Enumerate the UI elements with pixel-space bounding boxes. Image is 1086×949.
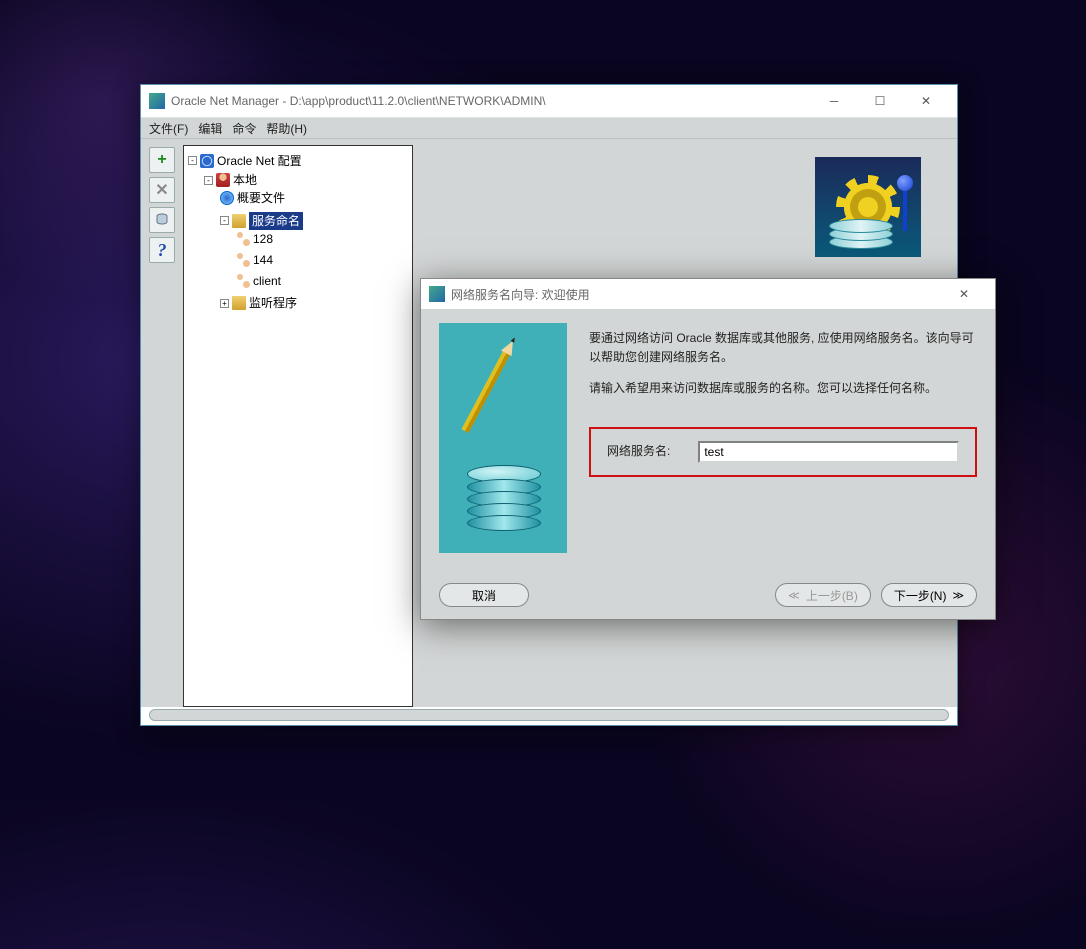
service-icon: [236, 274, 250, 288]
cylinder-icon: [154, 212, 170, 228]
tree-service-naming[interactable]: - 服务命名: [220, 212, 303, 230]
tree-local-label: 本地: [233, 171, 257, 189]
service-name-input[interactable]: [698, 441, 959, 463]
tree-svcnaming-label: 服务命名: [249, 212, 303, 230]
prev-button[interactable]: ≪ 上一步(B): [775, 583, 871, 607]
network-icon: [200, 154, 214, 168]
wizard-text: 要通过网络访问 Oracle 数据库或其他服务, 应使用网络服务名。该向导可以帮…: [589, 323, 977, 573]
tree-item-client[interactable]: client: [236, 272, 281, 290]
wizard-graphic: [439, 323, 567, 553]
chevron-right-icon: ≫: [952, 589, 964, 602]
tree-profile[interactable]: 概要文件: [220, 189, 285, 207]
wizard-close-button[interactable]: ✕: [941, 279, 987, 309]
add-button[interactable]: +: [149, 147, 175, 173]
statusbar: [149, 709, 949, 721]
menubar: 文件(F) 编辑 命令 帮助(H): [141, 117, 957, 139]
app-icon: [149, 93, 165, 109]
globe-icon: [220, 191, 234, 205]
service-icon: [236, 253, 250, 267]
menu-cmd[interactable]: 命令: [232, 120, 256, 137]
menu-help[interactable]: 帮助(H): [266, 120, 307, 137]
local-icon: [216, 173, 230, 187]
tree-item-label: client: [253, 272, 281, 290]
minimize-button[interactable]: ─: [811, 86, 857, 116]
tree-listener[interactable]: + 监听程序: [220, 294, 297, 312]
menu-file[interactable]: 文件(F): [149, 120, 188, 137]
wizard-paragraph-1: 要通过网络访问 Oracle 数据库或其他服务, 应使用网络服务名。该向导可以帮…: [589, 329, 977, 367]
wizard-body: 要通过网络访问 Oracle 数据库或其他服务, 应使用网络服务名。该向导可以帮…: [421, 309, 995, 619]
wizard-dialog: 网络服务名向导: 欢迎使用 ✕ 要通过网络访问 Oracle 数据库或其他服务,…: [420, 278, 996, 620]
db-tool-button[interactable]: [149, 207, 175, 233]
tree-item-128[interactable]: 128: [236, 230, 273, 248]
tree-profile-label: 概要文件: [237, 189, 285, 207]
help-button[interactable]: ?: [149, 237, 175, 263]
delete-button[interactable]: ✕: [149, 177, 175, 203]
maximize-button[interactable]: ☐: [857, 86, 903, 116]
window-title: Oracle Net Manager - D:\app\product\11.2…: [171, 94, 811, 108]
collapse-icon[interactable]: -: [204, 176, 213, 185]
wizard-icon: [429, 286, 445, 302]
tree-item-144[interactable]: 144: [236, 251, 273, 269]
tree-item-label: 144: [253, 251, 273, 269]
menu-edit[interactable]: 编辑: [198, 120, 222, 137]
chevron-left-icon: ≪: [788, 589, 800, 602]
tree-root[interactable]: - Oracle Net 配置: [188, 152, 302, 170]
expand-icon[interactable]: +: [220, 299, 229, 308]
decorative-image: [815, 157, 921, 257]
tree-listener-label: 监听程序: [249, 294, 297, 312]
service-icon: [236, 232, 250, 246]
service-name-label: 网络服务名:: [607, 442, 670, 461]
collapse-icon[interactable]: -: [188, 156, 197, 165]
main-titlebar: Oracle Net Manager - D:\app\product\11.2…: [141, 85, 957, 117]
collapse-icon[interactable]: -: [220, 216, 229, 225]
close-button[interactable]: ✕: [903, 86, 949, 116]
next-button[interactable]: 下一步(N) ≫: [881, 583, 977, 607]
pencil-icon: [461, 350, 510, 433]
tree-local[interactable]: - 本地: [204, 171, 257, 189]
wizard-titlebar: 网络服务名向导: 欢迎使用 ✕: [421, 279, 995, 309]
wizard-buttons: 取消 ≪ 上一步(B) 下一步(N) ≫: [439, 573, 977, 607]
wizard-paragraph-2: 请输入希望用来访问数据库或服务的名称。您可以选择任何名称。: [589, 379, 977, 398]
left-toolbar: + ✕ ?: [149, 145, 177, 707]
folder-icon: [232, 296, 246, 310]
tree-root-label: Oracle Net 配置: [217, 152, 302, 170]
tree-panel: - Oracle Net 配置 - 本地: [183, 145, 413, 707]
window-controls: ─ ☐ ✕: [811, 86, 949, 116]
service-name-field-box: 网络服务名:: [589, 427, 977, 477]
wizard-title: 网络服务名向导: 欢迎使用: [451, 286, 941, 303]
cancel-button[interactable]: 取消: [439, 583, 529, 607]
folder-icon: [232, 214, 246, 228]
database-icon: [467, 465, 541, 531]
tree-item-label: 128: [253, 230, 273, 248]
